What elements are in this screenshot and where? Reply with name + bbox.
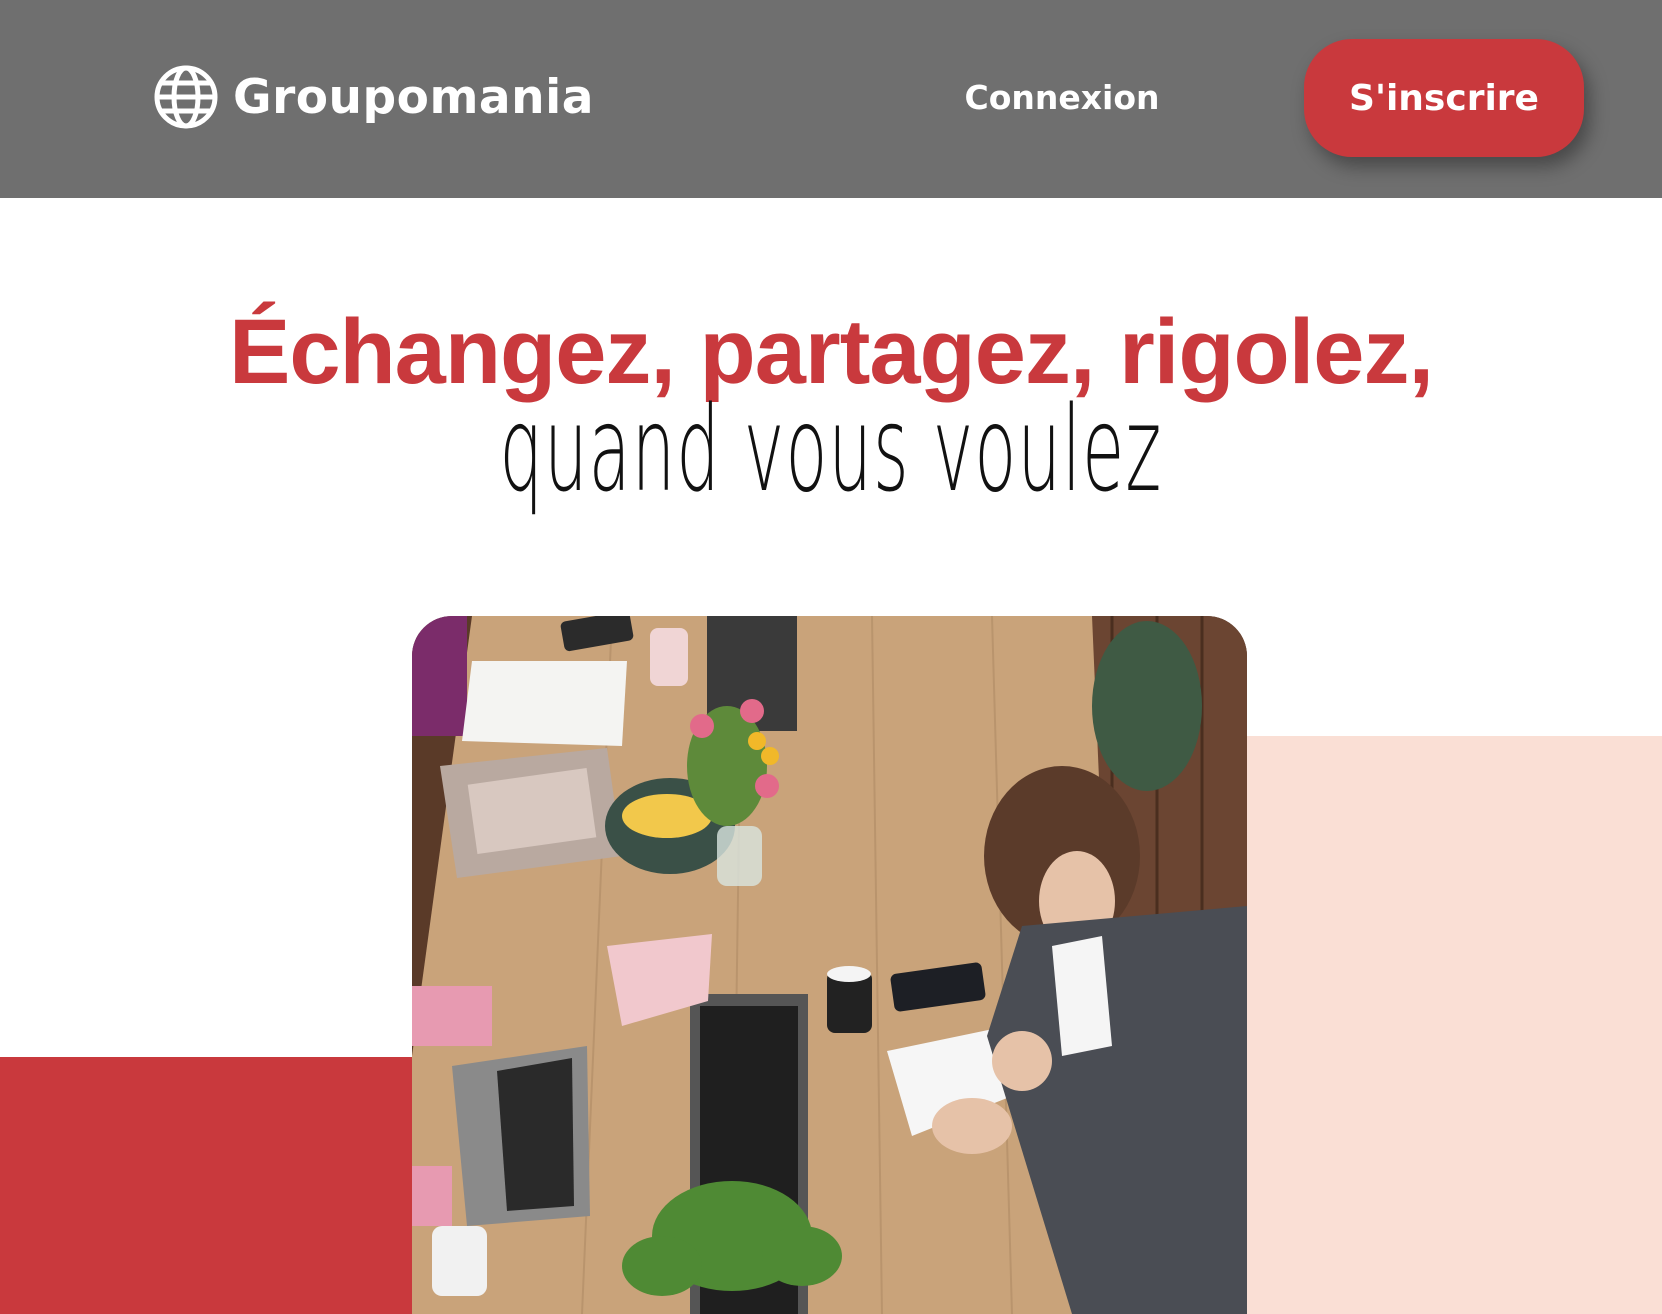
decorative-red-block: [0, 1057, 412, 1314]
hero-subtitle: quand vous voulez: [499, 380, 1163, 518]
hero-photo: [412, 616, 1247, 1314]
login-link[interactable]: Connexion: [962, 78, 1162, 122]
top-header: Groupomania Connexion S'inscrire: [0, 0, 1662, 198]
landing-page: Groupomania Connexion S'inscrire Échange…: [0, 0, 1662, 1314]
decorative-pink-block: [1246, 736, 1662, 1314]
globe-icon: [154, 65, 218, 129]
signup-button[interactable]: S'inscrire: [1304, 39, 1584, 157]
brand-logo[interactable]: Groupomania: [153, 64, 594, 130]
office-table-photo: [412, 616, 1247, 1314]
brand-name: Groupomania: [233, 69, 594, 125]
